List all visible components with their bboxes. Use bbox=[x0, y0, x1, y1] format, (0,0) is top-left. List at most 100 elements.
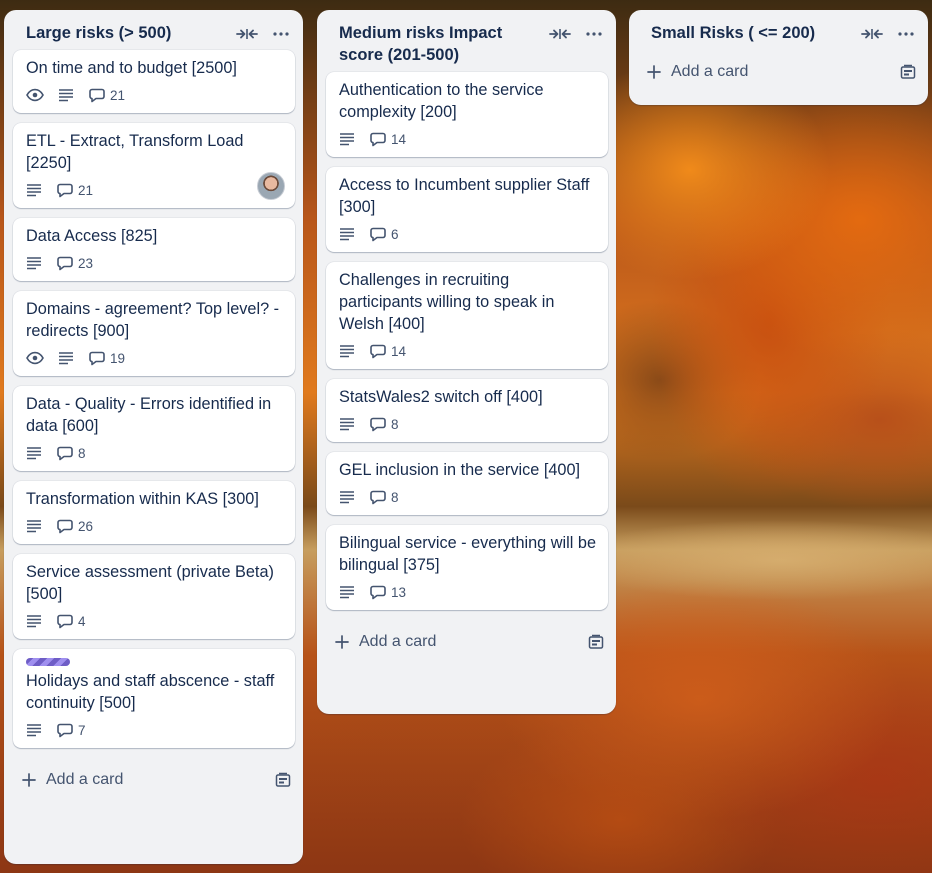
card-label[interactable] bbox=[26, 658, 70, 666]
card[interactable]: On time and to budget [2500] 21 bbox=[13, 50, 295, 113]
add-card-button[interactable]: Add a card bbox=[647, 63, 748, 81]
description-icon bbox=[26, 446, 42, 460]
description-icon bbox=[26, 519, 42, 533]
more-icon[interactable] bbox=[582, 24, 606, 44]
description-icon bbox=[339, 490, 355, 504]
card-title: Authentication to the service complexity… bbox=[339, 81, 544, 121]
comment-icon bbox=[370, 490, 386, 505]
add-card-label: Add a card bbox=[46, 771, 124, 788]
comment-icon bbox=[370, 417, 386, 432]
card-badges: 21 bbox=[26, 178, 283, 202]
comment-count: 8 bbox=[391, 489, 399, 505]
comment-count: 21 bbox=[110, 87, 126, 103]
list-title[interactable]: Small Risks ( <= 200) bbox=[651, 22, 851, 44]
template-icon[interactable] bbox=[271, 768, 295, 792]
card[interactable]: Access to Incumbent supplier Staff [300]… bbox=[326, 167, 608, 252]
card-badges: 6 bbox=[339, 222, 596, 246]
comment-badge: 14 bbox=[370, 344, 406, 359]
comment-count: 7 bbox=[78, 722, 86, 738]
card-title: On time and to budget [2500] bbox=[26, 59, 237, 77]
add-card-row: Add a card bbox=[4, 758, 303, 796]
card-title: ETL - Extract, Transform Load [2250] bbox=[26, 132, 244, 172]
more-icon[interactable] bbox=[894, 24, 918, 44]
card-title: Transformation within KAS [300] bbox=[26, 490, 259, 508]
list-column[interactable]: Small Risks ( <= 200) Add a card bbox=[629, 10, 928, 105]
card-title: GEL inclusion in the service [400] bbox=[339, 461, 581, 479]
card[interactable]: StatsWales2 switch off [400] 8 bbox=[326, 379, 608, 442]
card[interactable]: Transformation within KAS [300] 26 bbox=[13, 481, 295, 544]
comment-count: 14 bbox=[391, 343, 407, 359]
card-title: Data - Quality - Errors identified in da… bbox=[26, 395, 272, 435]
list-header-actions bbox=[235, 22, 293, 44]
description-icon bbox=[339, 227, 355, 241]
comment-icon bbox=[370, 585, 386, 600]
comment-icon bbox=[57, 614, 73, 629]
card-badges: 8 bbox=[26, 441, 283, 465]
card-title: Bilingual service - everything will be b… bbox=[339, 534, 596, 574]
card[interactable]: Data - Quality - Errors identified in da… bbox=[13, 386, 295, 471]
collapse-icon[interactable] bbox=[548, 24, 572, 44]
template-icon[interactable] bbox=[896, 60, 920, 84]
list-column[interactable]: Medium risks Impact score (201-500) Authe… bbox=[317, 10, 616, 714]
card-list: On time and to budget [2500] 21 ETL - Extr… bbox=[4, 50, 303, 748]
comment-badge: 23 bbox=[57, 256, 93, 271]
comment-badge: 6 bbox=[370, 227, 399, 242]
board: Large risks (> 500) On time and to budget… bbox=[0, 0, 932, 873]
card-badges: 7 bbox=[26, 718, 283, 742]
comment-badge: 21 bbox=[57, 183, 93, 198]
card[interactable]: GEL inclusion in the service [400] 8 bbox=[326, 452, 608, 515]
card-badges: 14 bbox=[339, 339, 596, 363]
card-badges: 4 bbox=[26, 609, 283, 633]
card-title: Access to Incumbent supplier Staff [300] bbox=[339, 176, 590, 216]
comment-icon bbox=[57, 723, 73, 738]
card-title: Service assessment (private Beta) [500] bbox=[26, 563, 274, 603]
card-list: Authentication to the service complexity… bbox=[317, 72, 616, 610]
card-badges: 8 bbox=[339, 412, 596, 436]
comment-count: 8 bbox=[78, 445, 86, 461]
list-header: Small Risks ( <= 200) bbox=[629, 10, 928, 50]
comment-icon bbox=[89, 88, 105, 103]
description-icon bbox=[26, 723, 42, 737]
card[interactable]: Authentication to the service complexity… bbox=[326, 72, 608, 157]
list-header: Large risks (> 500) bbox=[4, 10, 303, 50]
comment-count: 21 bbox=[78, 182, 94, 198]
eye-icon bbox=[26, 351, 44, 365]
plus-icon bbox=[335, 635, 349, 649]
more-icon[interactable] bbox=[269, 24, 293, 44]
comment-icon bbox=[370, 227, 386, 242]
list-title[interactable]: Large risks (> 500) bbox=[26, 22, 226, 44]
comment-count: 6 bbox=[391, 226, 399, 242]
card[interactable]: Challenges in recruiting participants wi… bbox=[326, 262, 608, 369]
card-title: Challenges in recruiting participants wi… bbox=[339, 271, 555, 333]
comment-badge: 13 bbox=[370, 585, 406, 600]
description-icon bbox=[339, 132, 355, 146]
template-icon[interactable] bbox=[584, 630, 608, 654]
list-title[interactable]: Medium risks Impact score (201-500) bbox=[339, 22, 539, 66]
collapse-icon[interactable] bbox=[235, 24, 259, 44]
card[interactable]: Bilingual service - everything will be b… bbox=[326, 525, 608, 610]
comment-badge: 8 bbox=[370, 490, 399, 505]
card-badges: 21 bbox=[26, 83, 283, 107]
card[interactable]: Data Access [825] 23 bbox=[13, 218, 295, 281]
comment-badge: 8 bbox=[57, 446, 86, 461]
plus-icon bbox=[647, 65, 661, 79]
card[interactable]: Domains - agreement? Top level? - redire… bbox=[13, 291, 295, 376]
list-header-actions bbox=[860, 22, 918, 44]
collapse-icon[interactable] bbox=[860, 24, 884, 44]
add-card-label: Add a card bbox=[359, 633, 437, 650]
avatar[interactable] bbox=[257, 172, 285, 200]
card-title: Domains - agreement? Top level? - redire… bbox=[26, 300, 280, 340]
description-icon bbox=[26, 183, 42, 197]
card-title: Holidays and staff abscence - staff cont… bbox=[26, 672, 275, 712]
description-icon bbox=[58, 351, 74, 365]
add-card-button[interactable]: Add a card bbox=[335, 633, 436, 651]
card[interactable]: Holidays and staff abscence - staff cont… bbox=[13, 649, 295, 748]
add-card-button[interactable]: Add a card bbox=[22, 771, 123, 789]
card-badges: 14 bbox=[339, 127, 596, 151]
comment-icon bbox=[370, 344, 386, 359]
card[interactable]: Service assessment (private Beta) [500] 4 bbox=[13, 554, 295, 639]
card[interactable]: ETL - Extract, Transform Load [2250] 21 bbox=[13, 123, 295, 208]
list-column[interactable]: Large risks (> 500) On time and to budget… bbox=[4, 10, 303, 864]
comment-icon bbox=[370, 132, 386, 147]
comment-badge: 21 bbox=[89, 88, 125, 103]
